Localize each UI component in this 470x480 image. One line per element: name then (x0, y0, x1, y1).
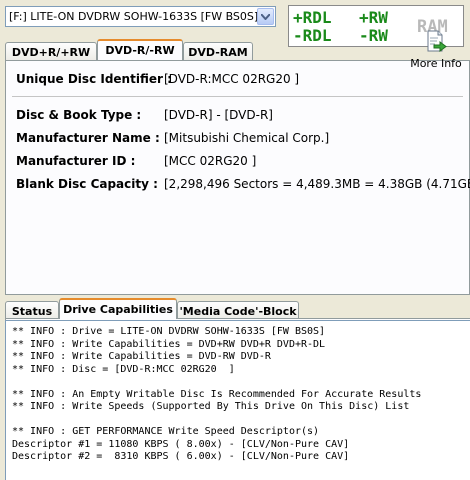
tab-drive-capabilities[interactable]: Drive Capabilities (59, 298, 177, 319)
tab-dvd-ram[interactable]: DVD-RAM (183, 42, 253, 61)
chevron-down-icon[interactable] (257, 8, 274, 25)
minus-rw-mark: -RW (359, 26, 388, 45)
log-line: ** INFO : Disc = [DVD-R:MCC 02RG20 ] (12, 363, 235, 375)
log-line: Descriptor #1 = 11080 KBPS ( 8.00x) - [C… (12, 438, 350, 450)
capacity-label: Blank Disc Capacity : (16, 177, 158, 191)
capacity-value: [2,298,496 Sectors = 4,489.3MB = 4.38GB … (164, 177, 470, 191)
unique-id-value: [DVD-R:MCC 02RG20 ] (164, 72, 300, 86)
manufacturer-id-value: [MCC 02RG20 ] (164, 154, 257, 168)
log-textarea[interactable]: ** INFO : Drive = LITE-ON DVDRW SOHW-163… (5, 320, 470, 480)
tab-dvd-minus[interactable]: DVD-R/-RW (97, 39, 183, 60)
book-type-label: Disc & Book Type : (16, 108, 142, 122)
tab-dvd-plus[interactable]: DVD+R/+RW (5, 42, 97, 61)
plus-rw-mark: +RW (359, 8, 388, 27)
manufacturer-name-label: Manufacturer Name : (16, 131, 160, 145)
drive-select-value: [F:] LITE-ON DVDRW SOHW-1633S [FW BS0S] (9, 10, 257, 23)
minus-r-dl-mark: -RDL (293, 26, 332, 45)
more-info-icon (425, 30, 447, 55)
log-line: ** INFO : Write Capabilities = DVD-RW DV… (12, 351, 271, 362)
more-info-button[interactable]: More Info (407, 30, 465, 70)
log-line: ** INFO : GET PERFORMANCE Write Speed De… (12, 426, 320, 437)
drive-select[interactable]: [F:] LITE-ON DVDRW SOHW-1633S [FW BS0S] (5, 6, 276, 27)
log-line: ** INFO : Write Capabilities = DVD+RW DV… (12, 338, 326, 350)
log-line: ** INFO : Write Speeds (Supported By Thi… (12, 401, 410, 412)
unique-id-label: Unique Disc Identifier : (16, 72, 172, 86)
book-type-value: [DVD-R] - [DVD-R] (164, 108, 273, 122)
more-info-label: More Info (410, 57, 462, 70)
plus-r-dl-mark: +RDL (293, 8, 332, 27)
manufacturer-name-value: [Mitsubishi Chemical Corp.] (164, 131, 330, 145)
manufacturer-id-label: Manufacturer ID : (16, 154, 136, 168)
log-line: ** INFO : An Empty Writable Disc Is Reco… (12, 388, 422, 400)
separator (12, 96, 463, 97)
log-line: Descriptor #2 = 8310 KBPS ( 6.00x) - [CL… (12, 451, 350, 462)
disc-info-panel: Unique Disc Identifier : [DVD-R:MCC 02RG… (5, 60, 470, 295)
log-line: ** INFO : Drive = LITE-ON DVDRW SOHW-163… (12, 326, 326, 337)
